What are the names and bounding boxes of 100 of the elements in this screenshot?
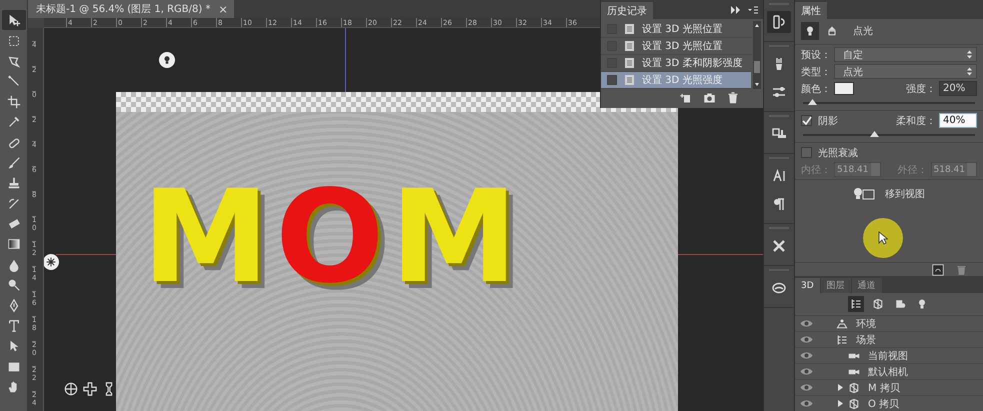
type-tool-icon [6,319,20,334]
eye-icon [800,367,813,376]
panel-menu-icon [747,4,759,14]
eraser-icon [6,217,20,232]
camera-icon [703,92,716,104]
filter-button[interactable] [848,296,864,312]
scene-list-icon [836,334,848,346]
material-icon [894,298,906,310]
magnifier-icon [6,278,20,292]
tree-item[interactable]: 当前视图 [795,348,983,364]
tool-button[interactable] [2,10,26,30]
mesh-icon [872,298,884,310]
scrollbar [753,21,761,89]
panel-tab[interactable]: 3D [795,278,820,293]
document-icon [624,74,635,86]
rectangle-tool-icon [6,360,20,374]
intensity-field[interactable]: 20% [939,81,977,96]
collapse-icon [729,4,743,14]
move-tool-icon [6,13,20,28]
eye-icon [800,383,813,392]
history-checkbox[interactable] [607,75,617,85]
crop-icon [6,94,20,109]
field-label: 柔和度： [896,114,936,128]
coordinates-icon [826,25,838,37]
crossed-tools-icon [771,238,787,254]
softness-field[interactable]: 40% [939,113,977,128]
document-icon [624,57,635,69]
bulb-icon [916,298,928,310]
gradient-icon [6,237,20,252]
magic-wand-icon [6,74,20,88]
checkbox-label: 光照衰减 [818,146,858,160]
eye-icon [800,319,813,328]
field-label: 预设： [801,48,831,62]
character-icon [771,168,787,184]
marquee-icon [6,34,20,48]
tree-item[interactable]: M 拷贝 [795,380,983,396]
document-icon [624,40,635,52]
field-label: 类型： [801,66,831,78]
environment-icon [836,318,848,330]
spinner-arrows-icon [967,67,972,76]
eyedropper-icon [6,115,20,130]
3d-letter: O [275,174,384,314]
document-icon [624,23,635,35]
dropdown[interactable]: 点光 [834,64,977,79]
3d-letter: M [142,174,270,314]
mouse-pointer-icon [878,231,888,245]
tree-item[interactable]: O 拷贝 [795,396,983,411]
paragraph-icon [771,196,787,212]
scene-list-icon [850,298,862,310]
pan-icon [83,382,97,396]
light-handle-icon[interactable] [44,254,59,270]
history-item[interactable]: 设置 3D 光照位置 [601,38,751,55]
trash-icon [956,264,967,276]
eye-icon [800,335,813,344]
tree-item[interactable]: 默认相机 [795,364,983,380]
history-item[interactable]: 设置 3D 光照位置 [601,21,751,38]
eye-icon [800,399,813,408]
slider-thumb[interactable] [870,131,879,137]
checkbox[interactable] [801,115,812,126]
trash-icon [727,92,739,104]
slider-thumb[interactable] [808,99,817,105]
field-label: 颜色： [801,82,831,96]
mesh-icon [848,382,860,394]
eye-icon [800,351,813,360]
light-pin-icon[interactable] [159,52,175,68]
tree-item[interactable]: 场景 [795,332,983,348]
panel-tab[interactable]: 历史记录 [601,2,653,19]
move-to-view-button[interactable]: 移到视图 [847,185,931,203]
checkbox[interactable] [801,147,812,158]
color-swatch[interactable] [834,82,854,95]
stamp-icon [6,176,20,190]
expand-triangle-icon[interactable] [837,400,844,407]
light-to-view-icon [853,187,875,201]
close-button[interactable]: × [218,2,228,16]
checkbox-label: 阴影 [818,114,838,128]
light-name: 点光 [853,24,873,38]
history-brush-icon [6,196,20,211]
dropdown[interactable]: 自定 [834,47,977,62]
mode-button[interactable] [801,22,819,40]
drop-icon [6,258,20,272]
panel-tab[interactable]: 图层 [820,278,851,293]
document-title: 未标题-1 @ 56.4% (图层 1, RGB/8) * [36,2,210,16]
new-document-icon [679,92,692,104]
expand-triangle-icon[interactable] [837,384,844,391]
bandage-icon [6,136,20,150]
orbit-icon [64,382,78,396]
panel-tab[interactable]: 通道 [852,278,882,293]
brush-icon [6,156,20,170]
tree-item[interactable]: 环境 [795,316,983,332]
document-tab[interactable]: 未标题-1 @ 56.4% (图层 1, RGB/8) * × [28,0,234,18]
guide-line [345,28,346,92]
dock-button[interactable] [767,11,791,33]
bulb-icon [804,25,816,37]
guide-line [56,254,116,255]
sliders-icon [771,84,787,100]
mesh-icon [848,398,860,410]
history-icon [771,14,787,30]
panel-tab[interactable]: 属性 [795,2,827,19]
field-label: 强度： [906,82,936,96]
spinner-arrows-icon [967,50,972,59]
